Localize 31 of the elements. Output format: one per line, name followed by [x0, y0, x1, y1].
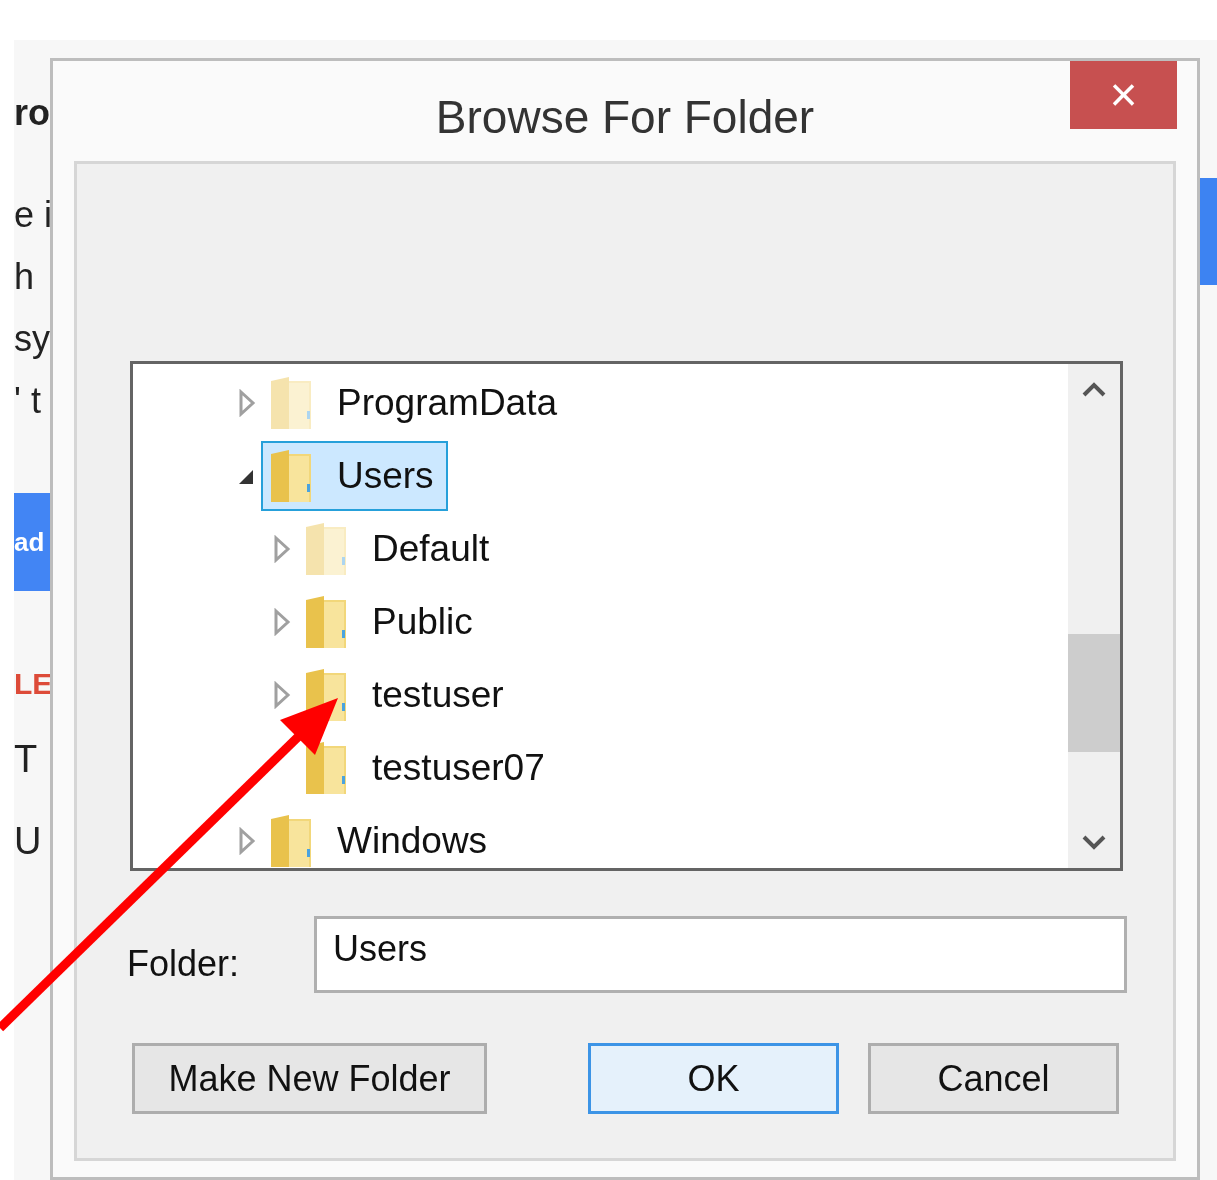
tree-item[interactable]: Windows [261, 805, 502, 876]
close-button[interactable]: × [1070, 61, 1177, 129]
dialog-button[interactable]: OK [588, 1043, 839, 1114]
expand-toggle-icon[interactable] [237, 826, 257, 855]
window-title: Browse For Folder [434, 90, 816, 145]
dialog-button[interactable]: Make New Folder [132, 1043, 487, 1114]
scrollbar[interactable] [1068, 364, 1120, 868]
expand-toggle-icon[interactable] [272, 607, 292, 636]
tree-item[interactable]: testuser07 [296, 732, 559, 803]
page-button-fragment: ad [14, 525, 45, 559]
tree-item[interactable]: ProgramData [261, 367, 572, 438]
expand-toggle-icon[interactable] [237, 388, 257, 417]
page-text-fragment: e i [14, 197, 53, 233]
table-text-fragment: T [14, 737, 38, 782]
page-text-fragment: h [14, 259, 35, 295]
scroll-up-icon[interactable] [1081, 382, 1107, 398]
tree-item[interactable]: Default [296, 513, 504, 584]
folder-label: Folder: [127, 941, 241, 986]
folder-input-field[interactable]: Users [314, 916, 1127, 993]
table-text-fragment: U [14, 819, 42, 864]
tree-item[interactable]: Public [296, 586, 487, 657]
page-text-fragment: sy [14, 321, 50, 357]
page-text-fragment: ' t [14, 383, 41, 419]
scroll-down-icon[interactable] [1081, 834, 1107, 850]
dialog-button[interactable]: Cancel [868, 1043, 1119, 1114]
expand-toggle-icon[interactable] [272, 534, 292, 563]
expand-toggle-icon[interactable] [272, 680, 292, 709]
tree-item[interactable]: Users [261, 440, 448, 511]
page-heading-fragment: ro [14, 95, 50, 131]
error-label-fragment: LE [14, 666, 53, 702]
scrollbar-thumb[interactable] [1068, 634, 1120, 752]
